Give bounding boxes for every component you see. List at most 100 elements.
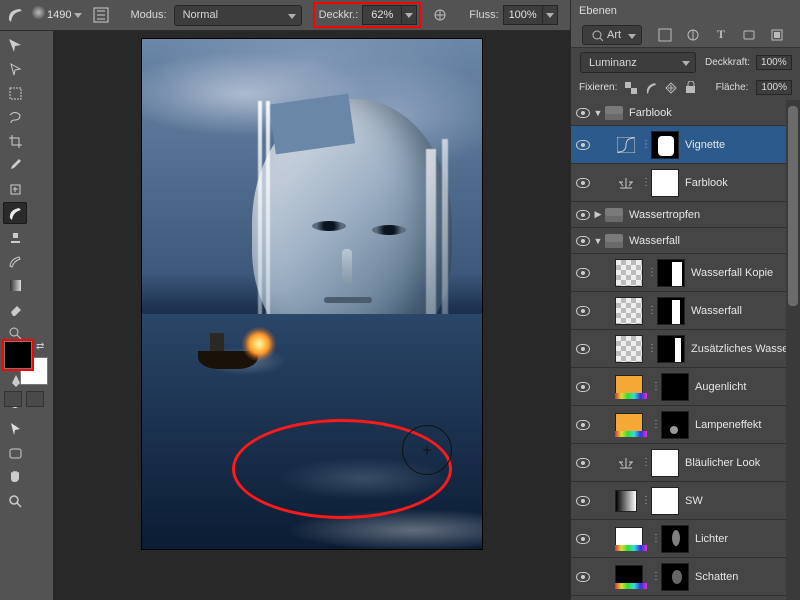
path-select-tool[interactable] <box>3 418 27 440</box>
twisty-down-icon[interactable]: ▼ <box>593 108 603 118</box>
visibility-icon[interactable] <box>576 382 590 392</box>
brush-tool[interactable] <box>3 202 27 224</box>
layer-row[interactable]: ⋮ SW <box>571 482 800 520</box>
crop-tool[interactable] <box>3 130 27 152</box>
layer-mask[interactable] <box>661 411 689 439</box>
eyedropper-tool[interactable] <box>3 154 27 176</box>
marquee-tool[interactable] <box>3 82 27 104</box>
document-canvas[interactable] <box>142 39 482 549</box>
brush-panel-icon[interactable] <box>90 4 112 26</box>
twisty-down-icon[interactable]: ▼ <box>593 236 603 246</box>
history-brush-tool[interactable] <box>3 250 27 272</box>
layer-mask[interactable] <box>661 563 689 591</box>
layer-mask[interactable] <box>661 373 689 401</box>
tool-preset-icon[interactable] <box>4 4 26 26</box>
visibility-icon[interactable] <box>576 344 590 354</box>
shape-tool[interactable] <box>3 442 27 464</box>
layer-mask[interactable] <box>657 335 685 363</box>
visibility-icon[interactable] <box>576 420 590 430</box>
foreground-color[interactable] <box>4 341 32 369</box>
layer-group[interactable]: ▼ Farblook <box>571 100 800 126</box>
layer-row[interactable]: ⋮ Bläulicher Look <box>571 444 800 482</box>
scrollbar-thumb[interactable] <box>788 106 798 306</box>
move-tool[interactable] <box>3 34 27 56</box>
layer-name: Bläulicher Look <box>685 457 760 469</box>
layer-row[interactable]: ⋮ Farblook <box>571 164 800 202</box>
layer-row[interactable]: ⋮ Zusätzliches Wasser <box>571 330 800 368</box>
filter-pixel-icon[interactable] <box>657 27 673 43</box>
pressure-opacity-icon[interactable] <box>429 4 451 26</box>
flow-dropdown-icon[interactable] <box>542 5 558 25</box>
healing-tool[interactable] <box>3 178 27 200</box>
layer-mask[interactable] <box>651 487 679 515</box>
lasso-tool[interactable] <box>3 106 27 128</box>
layer-group[interactable]: ▼ Wasserfall <box>571 228 800 254</box>
layer-opacity-value[interactable]: 100% <box>756 55 792 70</box>
brush-preset[interactable]: 1490 <box>32 9 82 21</box>
visibility-icon[interactable] <box>576 140 590 150</box>
layer-mask[interactable] <box>657 297 685 325</box>
filter-adjust-icon[interactable] <box>685 27 701 43</box>
twisty-right-icon[interactable]: ▶ <box>593 209 603 220</box>
layer-mask[interactable] <box>651 449 679 477</box>
layer-row[interactable]: ⋮ Wasserfall <box>571 292 800 330</box>
filter-label: Art <box>607 29 621 41</box>
lock-all-icon[interactable] <box>685 81 696 94</box>
opacity-input[interactable] <box>362 5 402 25</box>
group-name: Wasserfall <box>629 235 680 247</box>
visibility-icon[interactable] <box>576 306 590 316</box>
gradient-tool[interactable] <box>3 274 27 296</box>
layer-thumb[interactable] <box>615 297 643 325</box>
artboard-tool[interactable] <box>3 58 27 80</box>
layer-group[interactable]: ▶ Wassertropfen <box>571 202 800 228</box>
layer-mask[interactable] <box>651 169 679 197</box>
gradmap-icon <box>615 490 637 512</box>
flow-label: Fluss: <box>469 9 498 21</box>
flow-input[interactable] <box>503 5 543 25</box>
screenmode-icon[interactable] <box>26 391 44 407</box>
visibility-icon[interactable] <box>576 534 590 544</box>
brush-dot-icon <box>32 6 45 19</box>
blend-mode-dropdown[interactable]: Normal <box>174 5 302 26</box>
quickmask-icon[interactable] <box>4 391 22 407</box>
lock-paint-icon[interactable] <box>645 81 657 95</box>
visibility-icon[interactable] <box>576 108 590 118</box>
hand-tool[interactable] <box>3 466 27 488</box>
visibility-icon[interactable] <box>576 496 590 506</box>
visibility-icon[interactable] <box>576 210 590 220</box>
visibility-icon[interactable] <box>576 572 590 582</box>
fill-value[interactable]: 100% <box>756 80 792 95</box>
visibility-icon[interactable] <box>576 178 590 188</box>
layer-blend-dropdown[interactable]: Luminanz <box>580 52 696 73</box>
fill-label: Fläche: <box>716 82 749 93</box>
layer-row[interactable]: ⋮ Schatten <box>571 558 800 596</box>
lock-pos-icon[interactable] <box>665 82 677 94</box>
zoom-tool[interactable] <box>3 490 27 512</box>
swap-colors-icon[interactable]: ⇄ <box>36 341 48 353</box>
eraser-tool[interactable] <box>3 298 27 320</box>
lock-trans-icon[interactable] <box>625 82 637 94</box>
layer-mask[interactable] <box>651 131 679 159</box>
brush-cursor <box>402 425 452 475</box>
layer-thumb[interactable] <box>615 335 643 363</box>
stamp-tool[interactable] <box>3 226 27 248</box>
lock-row: Fixieren: Fläche: 100% <box>571 77 800 102</box>
filter-type-dropdown[interactable]: Art <box>582 25 642 45</box>
visibility-icon[interactable] <box>576 458 590 468</box>
visibility-icon[interactable] <box>576 268 590 278</box>
layer-mask[interactable] <box>657 259 685 287</box>
filter-type-icon[interactable]: T <box>713 27 729 43</box>
layer-mask[interactable] <box>661 525 689 553</box>
opacity-dropdown-icon[interactable] <box>401 5 417 25</box>
scrollbar[interactable] <box>786 100 800 600</box>
layer-row[interactable]: ⋮ Lampeneffekt <box>571 406 800 444</box>
layers-panel: Ebenen Art T Luminanz Deckkraft: 100% Fi… <box>570 0 800 600</box>
filter-smart-icon[interactable] <box>769 27 785 43</box>
visibility-icon[interactable] <box>576 236 590 246</box>
filter-shape-icon[interactable] <box>741 27 757 43</box>
layer-thumb[interactable] <box>615 259 643 287</box>
layer-row[interactable]: ⋮ Augenlicht <box>571 368 800 406</box>
layer-row[interactable]: ⋮ Vignette <box>571 126 800 164</box>
layer-row[interactable]: ⋮ Lichter <box>571 520 800 558</box>
layer-row[interactable]: ⋮ Wasserfall Kopie <box>571 254 800 292</box>
